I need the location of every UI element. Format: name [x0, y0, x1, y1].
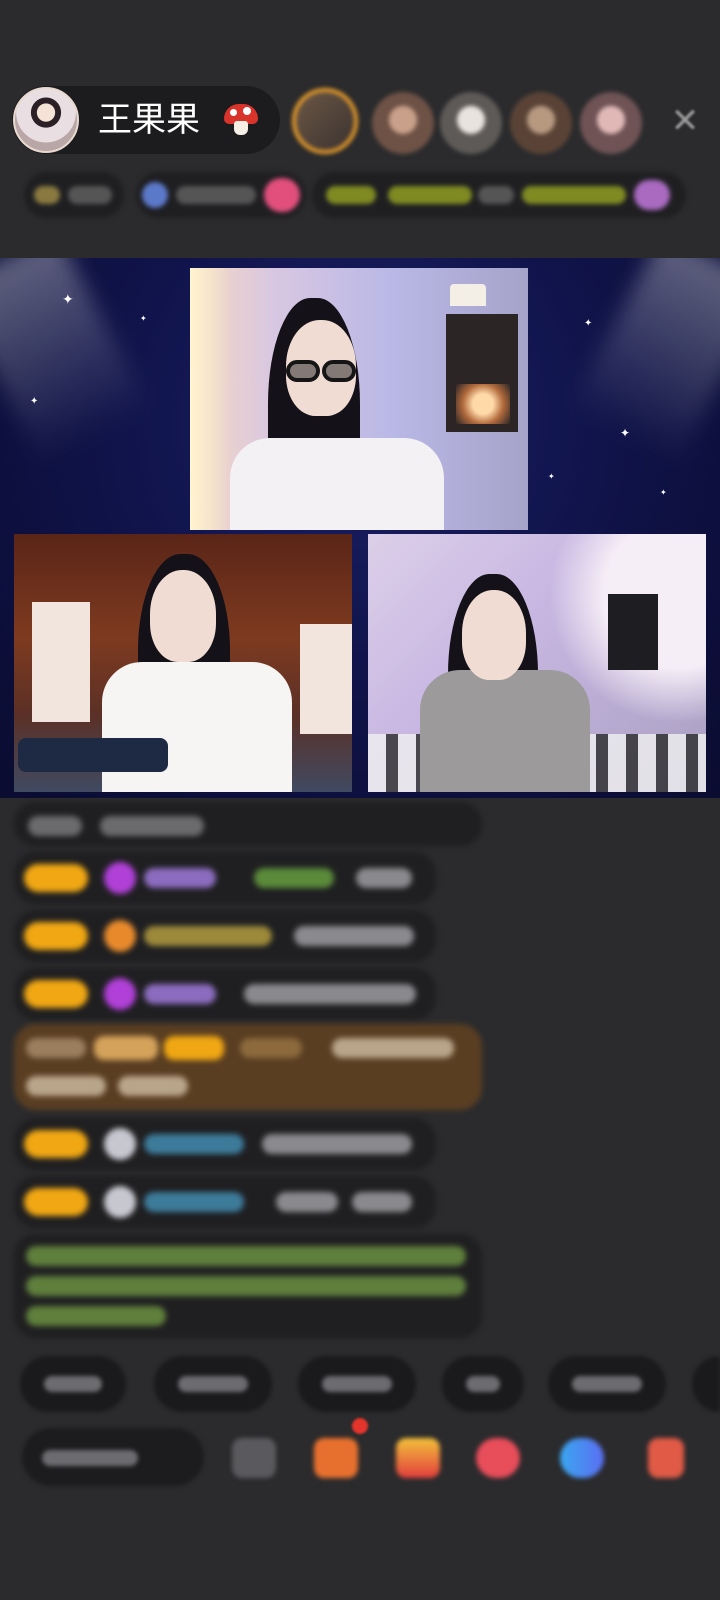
chat-message [14, 968, 436, 1020]
gift-box-icon[interactable] [314, 1438, 358, 1478]
quick-reply-button[interactable] [548, 1356, 666, 1412]
viewer-avatar[interactable] [580, 92, 642, 154]
viewer-avatar[interactable] [440, 92, 502, 154]
announcement-ticker[interactable] [312, 172, 686, 218]
emoji-icon[interactable] [232, 1438, 276, 1478]
chat-icon[interactable] [560, 1438, 604, 1478]
host-info-pill[interactable]: 王果果 [12, 86, 280, 154]
top-viewer-avatar[interactable] [292, 88, 358, 154]
quick-reply-button[interactable] [20, 1356, 126, 1412]
fan-club-chip[interactable] [136, 172, 306, 218]
chat-message [14, 802, 482, 846]
quick-reply-button[interactable] [154, 1356, 272, 1412]
host-name: 王果果 [98, 100, 200, 140]
quick-reply-button[interactable] [442, 1356, 524, 1412]
host-avatar[interactable] [13, 87, 79, 153]
close-icon[interactable]: ✕ [668, 104, 702, 138]
game-icon[interactable] [476, 1438, 520, 1478]
host-camera-top[interactable] [190, 268, 528, 530]
notification-dot [352, 1418, 368, 1434]
viewer-avatar[interactable] [510, 92, 572, 154]
chat-message [14, 910, 436, 962]
chat-message [14, 1118, 436, 1170]
cohost-camera-left[interactable] [14, 534, 352, 792]
system-notice-message [14, 1234, 482, 1338]
chat-message [14, 1176, 436, 1228]
chat-input[interactable] [22, 1428, 204, 1486]
red-envelope-icon[interactable] [396, 1438, 440, 1478]
live-video-stage[interactable]: ✦ ✦ ✦ ✦ ✦ ✦ ✦ [0, 258, 720, 798]
hour-rank-chip[interactable] [24, 172, 124, 218]
quick-reply-button[interactable] [298, 1356, 416, 1412]
quick-reply-button[interactable] [692, 1356, 720, 1412]
grid-icon[interactable] [648, 1438, 684, 1478]
highlighted-chat-message [14, 1024, 482, 1110]
mushroom-icon [224, 104, 258, 136]
chat-message [14, 852, 436, 904]
viewer-avatar[interactable] [372, 92, 434, 154]
cohost-camera-right[interactable] [368, 534, 706, 792]
